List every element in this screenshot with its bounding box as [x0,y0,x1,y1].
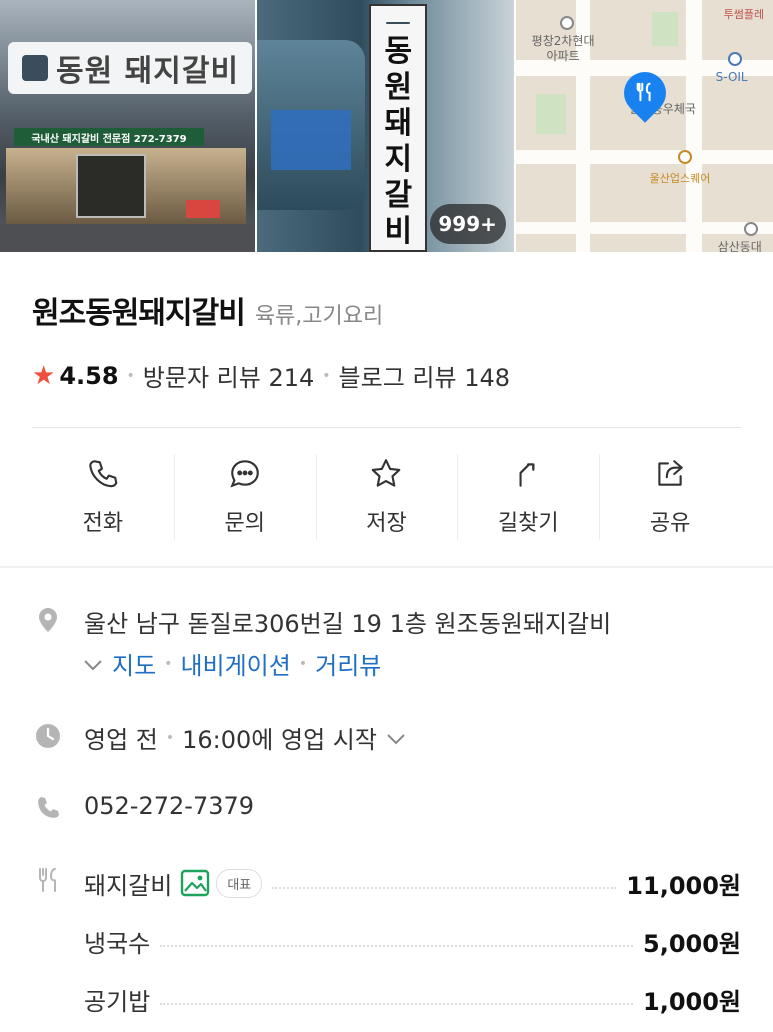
directions-icon [519,463,535,487]
sign-char: 비 [384,214,413,249]
brand-logo-icon [386,22,411,24]
sign-char: 동 [384,34,413,69]
red-chairs [186,200,220,218]
map-road [515,150,773,164]
rating-star-icon: ★ [32,360,56,391]
chat-icon [230,460,259,488]
dotted-leader [160,993,633,1005]
map-label-square: 울산업스퀘어 [649,172,711,185]
separator-dot: • [165,729,175,746]
map-road [515,222,773,234]
storefront-photo[interactable]: 동원 돼지갈비 국내산 돼지갈비 전문점 272-7379 [0,0,256,252]
vertical-sign: 동 원 돼 지 갈 비 [369,4,428,252]
inquiry-label: 문의 [224,511,265,536]
window-decal [271,110,352,170]
hours-status: 영업 전 [84,726,158,754]
map-road [685,0,702,252]
sign-char: 돼 [384,106,413,141]
entrance-door [76,154,146,218]
apartment-poi-icon [559,16,574,30]
photo-count-badge[interactable]: 999+ [429,204,506,244]
map-label-gas-station: S-OIL [715,70,748,84]
vertical-sign-photo[interactable]: 동 원 돼 지 갈 비 999+ [257,0,514,252]
sign-band-text: 국내산 돼지갈비 전문점 272-7379 [14,128,204,146]
blog-reviews-link[interactable]: 블로그 리뷰 148 [339,358,510,393]
directions-label: 길찾기 [497,511,559,536]
directions-button[interactable]: 길찾기 [457,450,599,544]
street-view-link[interactable]: 거리뷰 [315,646,381,681]
menu-item[interactable]: 냉국수 5,000원 [84,924,741,958]
photo-icon [181,869,210,897]
section-divider [0,566,773,568]
phone-icon [89,460,118,488]
fork-knife-icon [633,80,657,104]
menu-item[interactable]: 공기밥 1,000원 [84,982,741,1016]
rating-row: ★ 4.58 • 방문자 리뷰 214 • 블로그 리뷰 148 [32,358,510,393]
sign-char: 원 [384,70,413,105]
place-category: 육류,고기요리 [254,304,384,329]
map-link[interactable]: 지도 [112,646,156,681]
share-icon [658,460,683,486]
rating-score: 4.58 [59,361,119,390]
chevron-down-icon[interactable] [84,652,102,676]
phone-number[interactable]: 052-272-7379 [84,792,254,820]
map-park [651,12,678,46]
separator-dot: • [322,367,331,384]
square-poi-icon [677,150,692,164]
separator-dot: • [298,655,308,672]
separator-dot: • [164,655,173,672]
save-button[interactable]: 저장 [315,450,458,544]
place-title: 원조동원돼지갈비 [32,296,246,331]
phone-icon [38,797,59,818]
map-label-apartment-text: 평창2차현대 아파트 [531,34,595,63]
call-button[interactable]: 전화 [32,450,174,544]
clock-icon [36,724,60,748]
business-hours[interactable]: 영업 전 • 16:00에 영업 시작 [84,720,405,755]
bottom-right-poi-icon [743,222,758,236]
menu-price: 5,000원 [643,929,741,958]
action-bar: 전화 문의 저장 길찾기 공유 [32,450,741,544]
sign-text: 동원 돼지갈비 [56,54,240,89]
dotted-leader [160,935,633,947]
map-label-top-right: 투썸플레 [723,8,765,21]
address-text[interactable]: 울산 남구 돋질로306번길 19 1층 원조동원돼지갈비 [84,604,611,639]
inquiry-button[interactable]: 문의 [173,450,316,544]
menu-item[interactable]: 돼지갈비 대표 11,000원 [84,866,741,900]
share-button[interactable]: 공유 [599,450,741,544]
address-links: 지도 • 내비게이션 • 거리뷰 [84,646,381,681]
street-ground [0,224,256,252]
menu-price: 11,000원 [626,871,741,900]
save-label: 저장 [366,511,407,536]
map-thumbnail[interactable]: 평창2차현대 아파트 S-OIL 울산동우체국 울산업스퀘어 투썸플레 삼산동대 [515,0,773,252]
map-label-bottom-right: 삼산동대 [717,240,762,252]
call-label: 전화 [82,511,124,536]
map-park [535,94,566,134]
hours-detail: 16:00에 영업 시작 [182,726,377,754]
visitor-reviews-link[interactable]: 방문자 리뷰 214 [143,358,314,393]
sign-char: 갈 [384,178,413,213]
chevron-down-icon[interactable] [387,726,405,750]
storefront-sign: 동원 돼지갈비 [8,42,252,94]
menu-name: 공기밥 [84,987,151,1016]
navigation-link[interactable]: 내비게이션 [180,646,290,681]
divider [32,427,741,428]
dotted-leader [272,877,617,889]
location-icon [39,608,57,632]
sign-char: 지 [384,142,413,177]
separator-dot: • [126,367,135,384]
menu-name: 돼지갈비 [84,871,173,900]
brand-logo-icon [22,55,48,81]
title-row: 원조동원돼지갈비 육류,고기요리 [32,288,383,332]
menu-name: 냉국수 [84,929,151,958]
map-label-apartment: 평창2차현대 아파트 [532,34,595,64]
gas-station-poi-icon [727,52,742,66]
menu-price: 1,000원 [643,987,741,1016]
fork-knife-icon [39,868,56,892]
glass-building [257,40,366,210]
star-icon [372,459,401,487]
share-label: 공유 [649,511,691,536]
representative-badge: 대표 [216,868,263,898]
photo-strip[interactable]: 동원 돼지갈비 국내산 돼지갈비 전문점 272-7379 동 원 돼 지 갈 … [0,0,773,252]
